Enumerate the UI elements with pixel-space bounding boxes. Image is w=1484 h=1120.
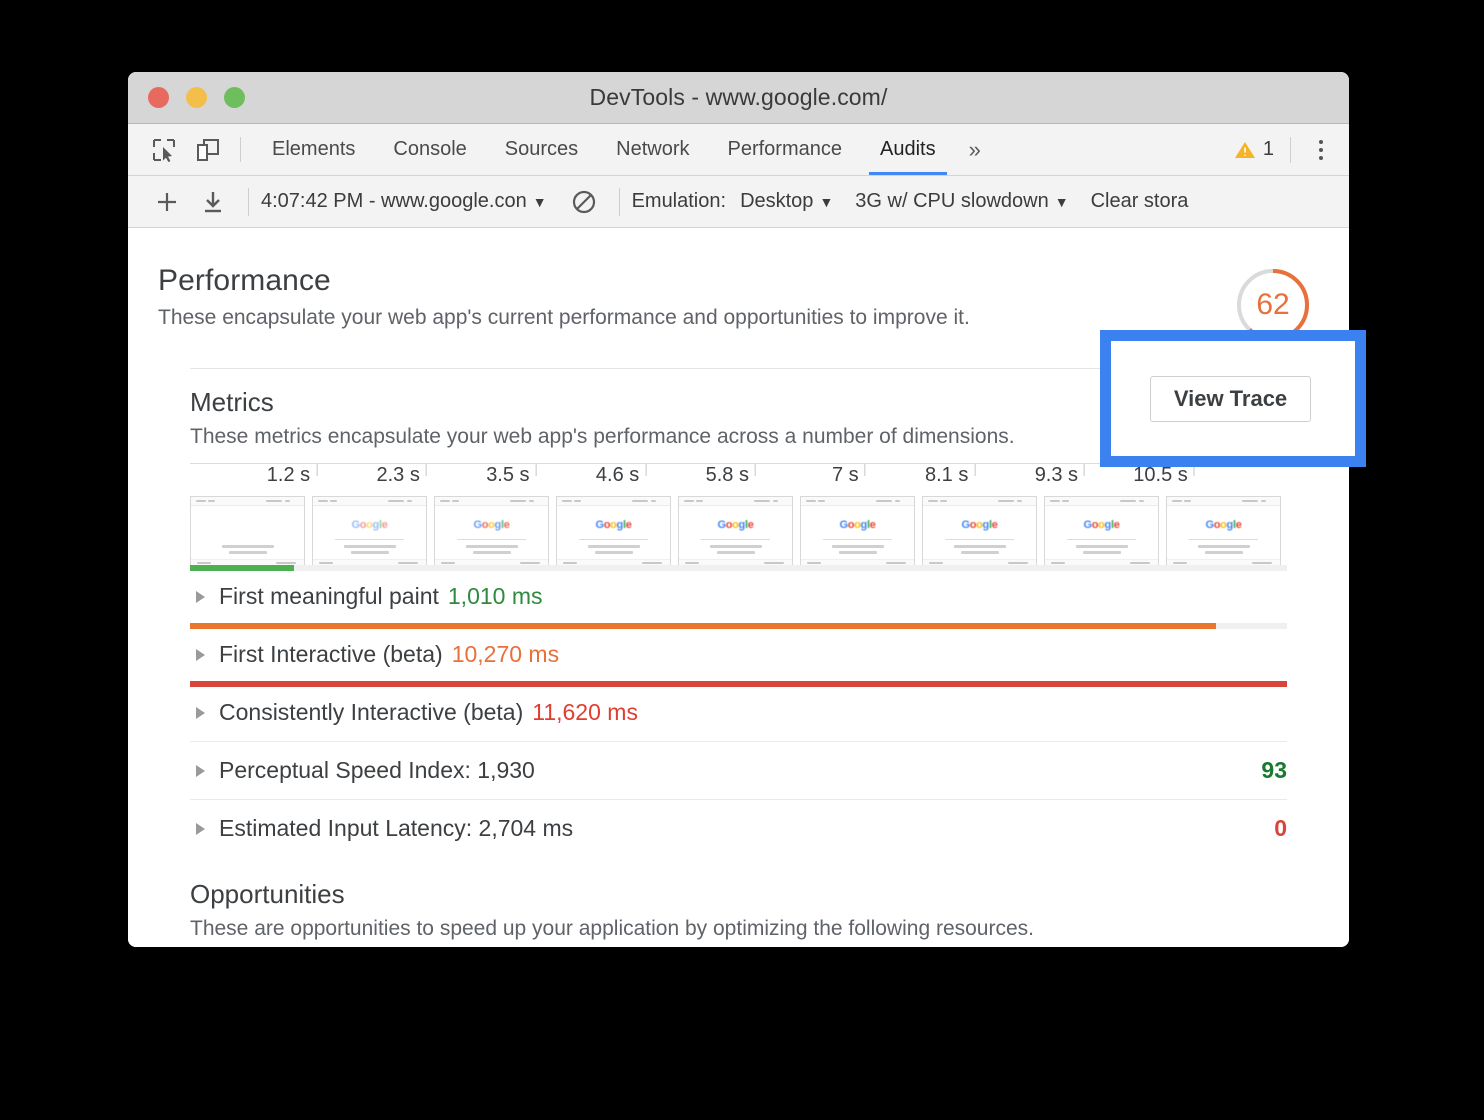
filmstrip-thumbnail[interactable]: Google [1166,496,1281,568]
chevron-down-icon: ▼ [533,194,547,210]
opportunities-description: These are opportunities to speed up your… [190,917,1287,941]
device-select-value: Desktop [740,190,813,213]
metric-row[interactable]: Estimated Input Latency: 2,704 ms 0 [190,799,1287,857]
tab-sources[interactable]: Sources [486,124,597,175]
expand-arrow-icon[interactable] [196,707,205,719]
metric-label: Perceptual Speed Index: 1,930 [219,757,535,784]
metric-label: Estimated Input Latency: 2,704 ms [219,815,573,842]
inspect-element-icon[interactable] [142,124,186,175]
filmstrip-thumbnail[interactable]: Google [800,496,915,568]
actionbar-divider-2 [619,188,620,216]
run-selector[interactable]: 4:07:42 PM - www.google.con ▼ [261,190,547,213]
no-entry-icon[interactable] [561,182,607,222]
timeline-tick: 1.2 s [267,464,316,487]
filmstrip-thumbnail[interactable]: Google [922,496,1037,568]
warning-count: 1 [1263,138,1274,161]
filmstrip-thumbnail[interactable]: Google [312,496,427,568]
timeline-tick: 2.3 s [376,464,425,487]
tab-console[interactable]: Console [374,124,485,175]
chevron-down-icon: ▼ [1055,194,1069,210]
opportunities-section: Opportunities These are opportunities to… [158,857,1319,941]
metric-value: 1,010 ms [448,583,543,610]
category-header: Performance These encapsulate your web a… [158,228,1319,346]
page-title: Performance [158,264,1232,298]
timeline-tick: 3.5 s [486,464,535,487]
devtools-window: DevTools - www.google.com/ Elements Cons… [128,72,1349,947]
filmstrip-thumbnail[interactable]: Google [556,496,671,568]
tabbar-right-group: 1 [1234,124,1349,175]
filmstrip-thumbnail[interactable]: Google [434,496,549,568]
metric-rows: First meaningful paint 1,010 ms First Inte… [190,568,1287,857]
throttling-select[interactable]: 3G w/ CPU slowdown ▼ [855,190,1068,213]
device-select[interactable]: Desktop ▼ [740,190,833,213]
timeline-tick: 9.3 s [1035,464,1084,487]
timeline-tick: 7 s [832,464,865,487]
throttling-select-value: 3G w/ CPU slowdown [855,190,1048,213]
filmstrip-thumbnail[interactable]: Google [678,496,793,568]
audits-actionbar: 4:07:42 PM - www.google.con ▼ Emulation:… [128,176,1349,228]
emulation-label: Emulation: [632,190,727,213]
metric-value: 10,270 ms [452,641,559,668]
filmstrip-thumbnail[interactable]: Google [1044,496,1159,568]
more-tabs-icon[interactable]: » [955,124,995,175]
metric-score: 0 [1274,815,1287,842]
category-description: These encapsulate your web app's current… [158,306,1232,330]
kebab-menu-icon[interactable] [1307,140,1335,160]
download-icon[interactable] [190,182,236,222]
window-title: DevTools - www.google.com/ [128,84,1349,111]
metric-row[interactable]: Perceptual Speed Index: 1,930 93 [190,741,1287,799]
metric-score: 93 [1261,757,1287,784]
filmstrip-thumbnail[interactable] [190,496,305,568]
metric-label: Consistently Interactive (beta) [219,699,523,726]
toolbar-divider [240,137,241,162]
metric-label: First meaningful paint [219,583,439,610]
warning-triangle-icon [1234,140,1256,160]
timeline-tick: 10.5 s [1133,464,1193,487]
metric-row[interactable]: Consistently Interactive (beta) 11,620 ms [190,683,1287,741]
metric-value: 11,620 ms [532,699,638,726]
metric-row[interactable]: First Interactive (beta) 10,270 ms [190,625,1287,683]
run-selector-label: 4:07:42 PM - www.google.con [261,190,527,213]
tab-performance[interactable]: Performance [709,124,862,175]
window-titlebar: DevTools - www.google.com/ [128,72,1349,124]
panel-tabs: Elements Console Sources Network Perform… [253,124,995,175]
timeline-tick: 4.6 s [596,464,645,487]
tab-network[interactable]: Network [597,124,708,175]
tab-elements[interactable]: Elements [253,124,374,175]
expand-arrow-icon[interactable] [196,765,205,777]
devtools-tabbar: Elements Console Sources Network Perform… [128,124,1349,176]
actionbar-divider-1 [248,188,249,216]
metric-label: First Interactive (beta) [219,641,443,668]
warning-badge[interactable]: 1 [1234,138,1274,161]
filmstrip: GoogleGoogleGoogleGoogleGoogleGoogleGoog… [190,496,1287,568]
filmstrip-timeline: 1.2 s 2.3 s 3.5 s 4.6 s 5.8 s 7 s 8.1 s 9.3 s 10… [190,463,1287,568]
clear-storage-label[interactable]: Clear stora [1091,190,1189,213]
expand-arrow-icon[interactable] [196,649,205,661]
timeline-tick: 8.1 s [925,464,974,487]
tab-audits[interactable]: Audits [861,124,955,175]
expand-arrow-icon[interactable] [196,823,205,835]
plus-icon[interactable] [144,182,190,222]
expand-arrow-icon[interactable] [196,591,205,603]
view-trace-button[interactable]: View Trace [1150,376,1311,422]
device-toolbar-icon[interactable] [186,124,230,175]
timeline-tick: 5.8 s [706,464,755,487]
metric-row[interactable]: First meaningful paint 1,010 ms [190,568,1287,625]
timeline-axis: 1.2 s 2.3 s 3.5 s 4.6 s 5.8 s 7 s 8.1 s 9.3 s 10… [190,463,1287,493]
opportunities-title: Opportunities [190,879,1287,910]
chevron-down-icon: ▼ [819,194,833,210]
tabbar-divider [1290,137,1291,163]
